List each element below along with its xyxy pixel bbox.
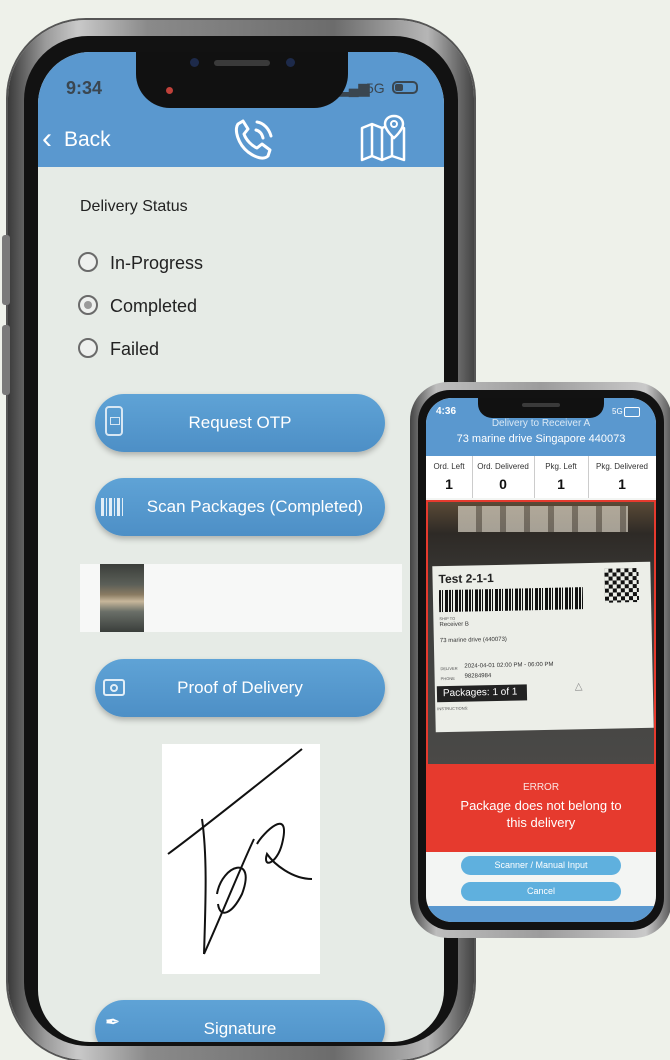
proof-of-delivery-button[interactable]: Proof of Delivery (95, 659, 385, 717)
radio-button-selected[interactable] (78, 295, 98, 315)
stat-value: 1 (557, 476, 565, 492)
radio-button[interactable] (78, 338, 98, 358)
stat-label: Ord. Left (433, 462, 465, 471)
request-otp-label: Request OTP (188, 413, 292, 432)
signature-label: Signature (203, 1019, 277, 1038)
label-phone: 98284984 (464, 673, 492, 680)
cancel-button[interactable]: Cancel (461, 882, 621, 901)
label-caption: PHONE (440, 675, 455, 682)
label-deliver-window: 2024-04-01 02:00 PM - 06:00 PM (464, 661, 554, 670)
signature-drawing (167, 748, 313, 955)
barcode-icon (101, 498, 125, 516)
label-caption: DELIVER (440, 665, 458, 672)
delivery-address: 73 marine drive Singapore 440073 (456, 433, 626, 445)
speaker-grille (522, 403, 560, 407)
battery-icon (392, 81, 418, 94)
phone-call-icon[interactable] (230, 116, 278, 162)
scanner-phone-screen: 4:36 5G Delivery to Receiver A 73 marine… (426, 398, 656, 922)
volume-button (2, 325, 10, 395)
scan-packages-label: Scan Packages (Completed) (146, 497, 364, 516)
error-message: this delivery (506, 815, 576, 830)
label-caption: SHIP TO (439, 615, 456, 622)
qr-code (604, 567, 640, 603)
stat-label: Pkg. Left (545, 462, 577, 471)
stat-label: Ord. Delivered (477, 462, 529, 471)
stat-ord-left: Ord. Left 1 (426, 456, 473, 498)
speaker-grille (214, 60, 270, 66)
bottom-bar (426, 906, 656, 922)
network-label: 5G (366, 80, 385, 96)
map-pin-icon[interactable] (360, 114, 406, 162)
error-message: Package does not belong to (460, 798, 622, 813)
radio-label: Completed (110, 296, 198, 316)
shipping-label: Test 2-1-1 SHIP TO Receiver B 73 marine … (432, 561, 654, 733)
scan-packages-button[interactable]: Scan Packages (Completed) (95, 478, 385, 536)
error-title: ERROR (522, 782, 560, 793)
main-phone-screen: 9:34 ▂▄▆ 5G ‹ Back Delivery Status In-Pr… (38, 52, 444, 1042)
stat-ord-delivered: Ord. Delivered 0 (472, 456, 535, 498)
network-label: 5G (612, 407, 623, 416)
error-banner: ERROR Package does not belong to this de… (426, 766, 656, 852)
status-light (166, 87, 173, 94)
stat-value: 0 (499, 476, 507, 492)
radio-label: In-Progress (110, 253, 204, 273)
camera-notch (136, 52, 348, 108)
camera-lens (286, 58, 295, 67)
radio-label: Failed (110, 339, 160, 359)
delivery-title: Delivery to Receiver A (491, 418, 591, 429)
package-photo-thumbnail[interactable] (100, 564, 144, 632)
signature-button[interactable]: ✒ Signature (95, 1000, 385, 1042)
packages-count: Packages: 1 of 1 (442, 686, 518, 700)
camera-viewfinder[interactable]: Test 2-1-1 SHIP TO Receiver B 73 marine … (426, 500, 656, 766)
volume-button (2, 235, 10, 305)
proof-of-delivery-label: Proof of Delivery (177, 678, 303, 697)
request-otp-button[interactable]: Request OTP (95, 394, 385, 452)
stat-pkg-delivered: Pkg. Delivered 1 (588, 456, 656, 498)
package-photo-strip (80, 564, 402, 632)
status-time: 9:34 (66, 78, 103, 98)
battery-icon (624, 407, 640, 417)
packages-count-box: Packages: 1 of 1 (436, 684, 528, 703)
barcode (438, 587, 584, 613)
sensor-dot (190, 58, 199, 67)
camera-notch (478, 398, 604, 418)
label-title: Test 2-1-1 (438, 571, 494, 587)
stats-row: Ord. Left 1 Ord. Delivered 0 Pkg. Left 1… (426, 456, 656, 498)
stat-value: 1 (618, 476, 626, 492)
stat-pkg-left: Pkg. Left 1 (534, 456, 589, 498)
background-shelf (458, 506, 628, 532)
label-recipient: Receiver B (439, 621, 469, 629)
status-time: 4:36 (436, 406, 457, 417)
scanner-manual-input-button[interactable]: Scanner / Manual Input (461, 856, 621, 875)
label-caption: INSTRUCTIONS: (437, 705, 469, 712)
stat-label: Pkg. Delivered (595, 462, 649, 471)
chevron-left-icon: ‹ (42, 122, 52, 155)
signature-pad[interactable] (162, 744, 320, 974)
stat-value: 1 (445, 476, 453, 492)
delivery-status-title: Delivery Status (80, 198, 188, 215)
label-address: 73 marine drive (440073) (439, 636, 507, 645)
radio-button[interactable] (78, 252, 98, 272)
back-label: Back (64, 128, 111, 151)
warning-triangle-icon: △ (574, 681, 583, 693)
